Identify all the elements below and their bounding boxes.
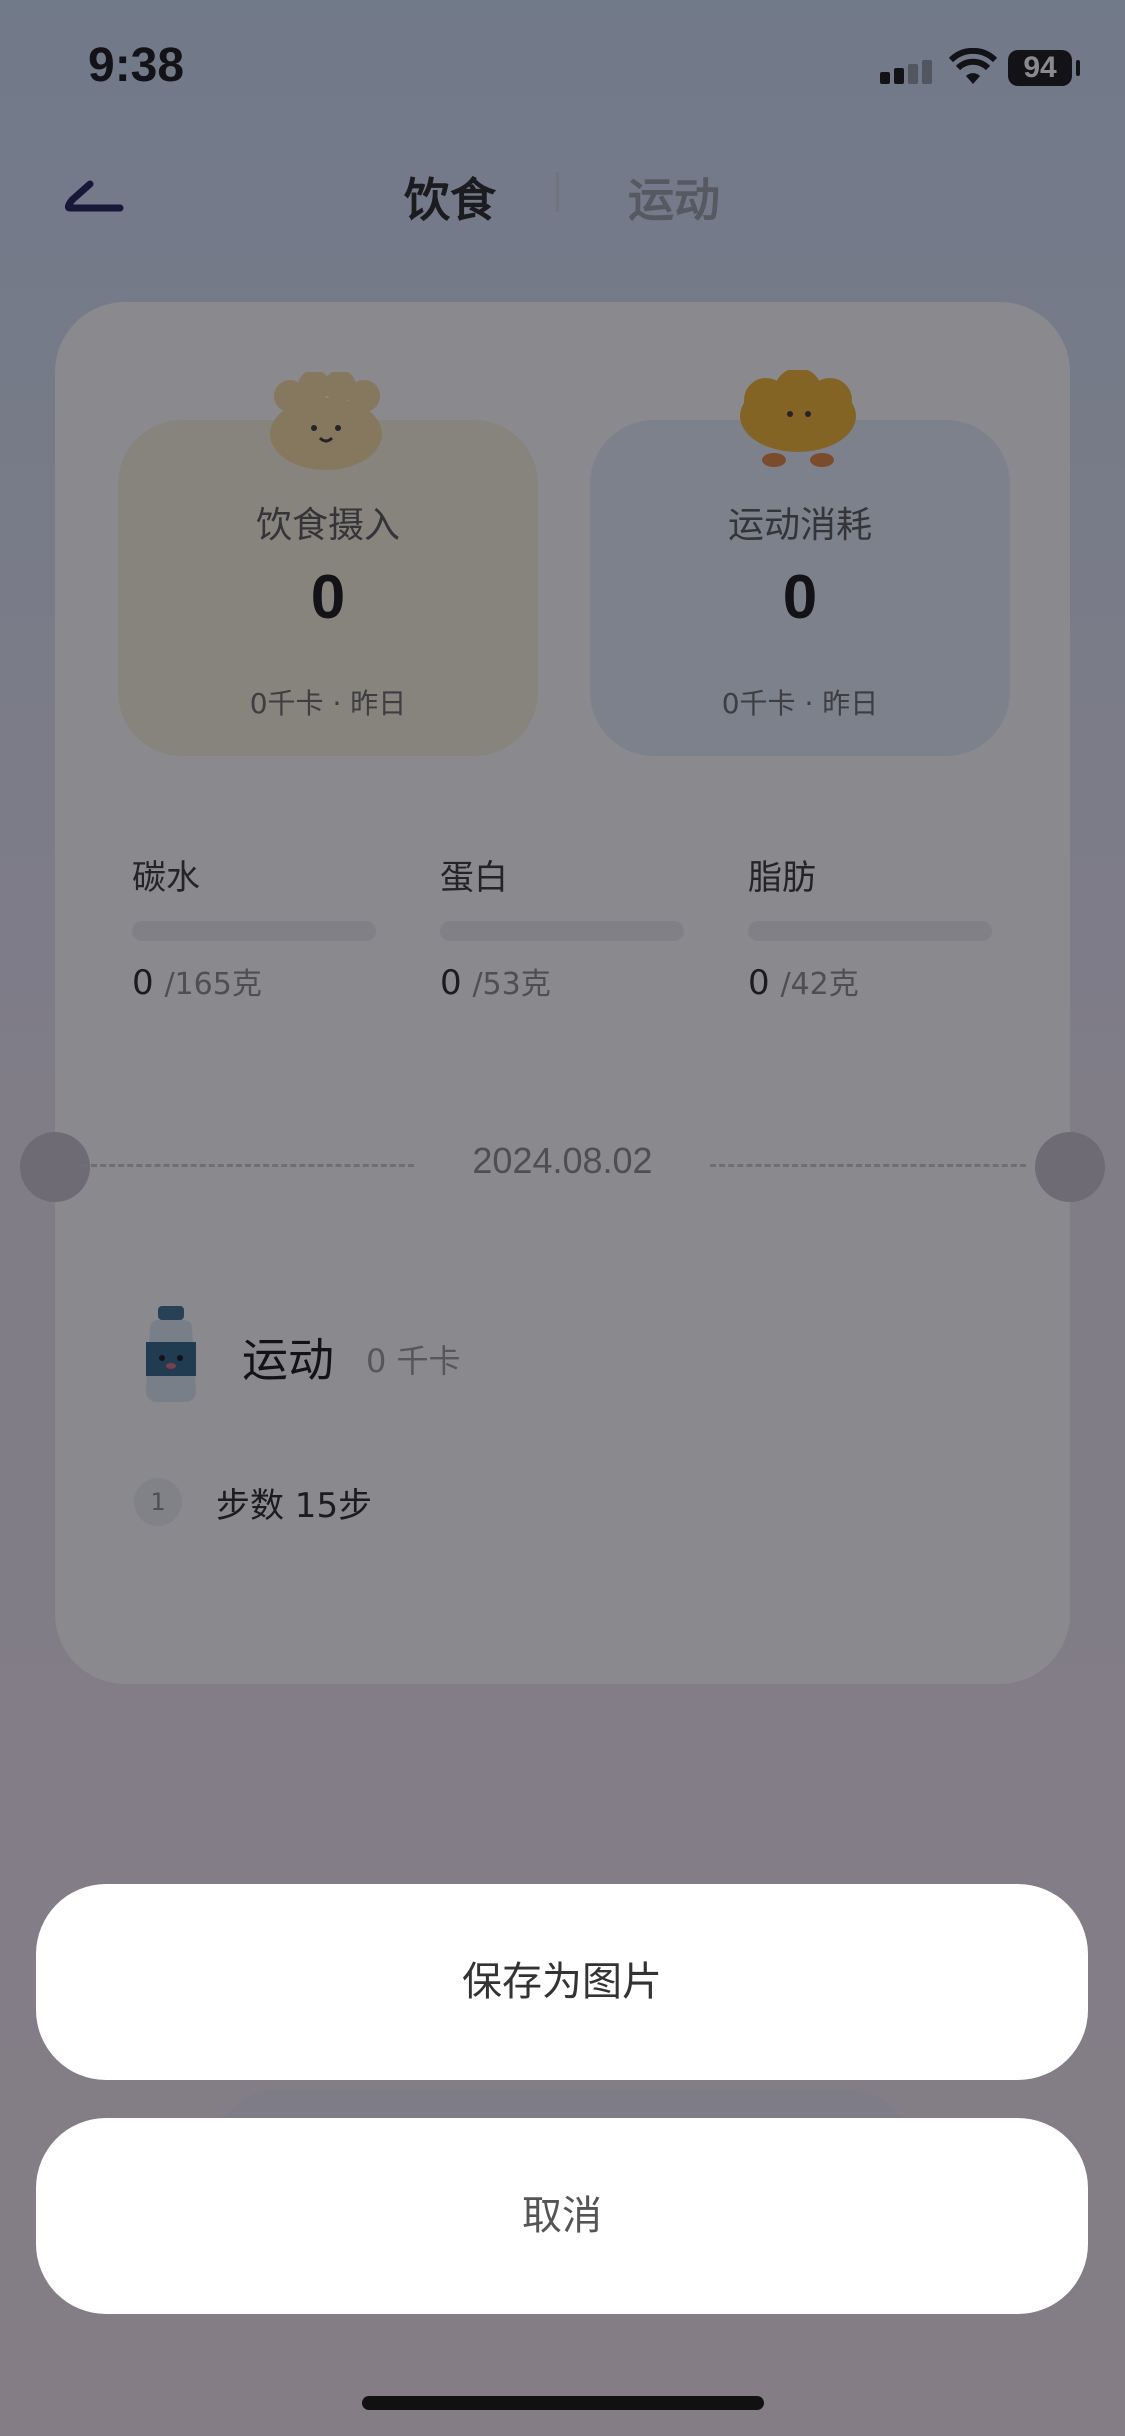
home-indicator[interactable] (362, 2396, 764, 2410)
cancel-button[interactable]: 取消 (36, 2118, 1088, 2314)
save-as-image-button[interactable]: 保存为图片 (36, 1884, 1088, 2080)
report-page: 9:38 94 饮食 运动 饮食摄入 0 0千卡 · 昨日 (0, 0, 1125, 2436)
